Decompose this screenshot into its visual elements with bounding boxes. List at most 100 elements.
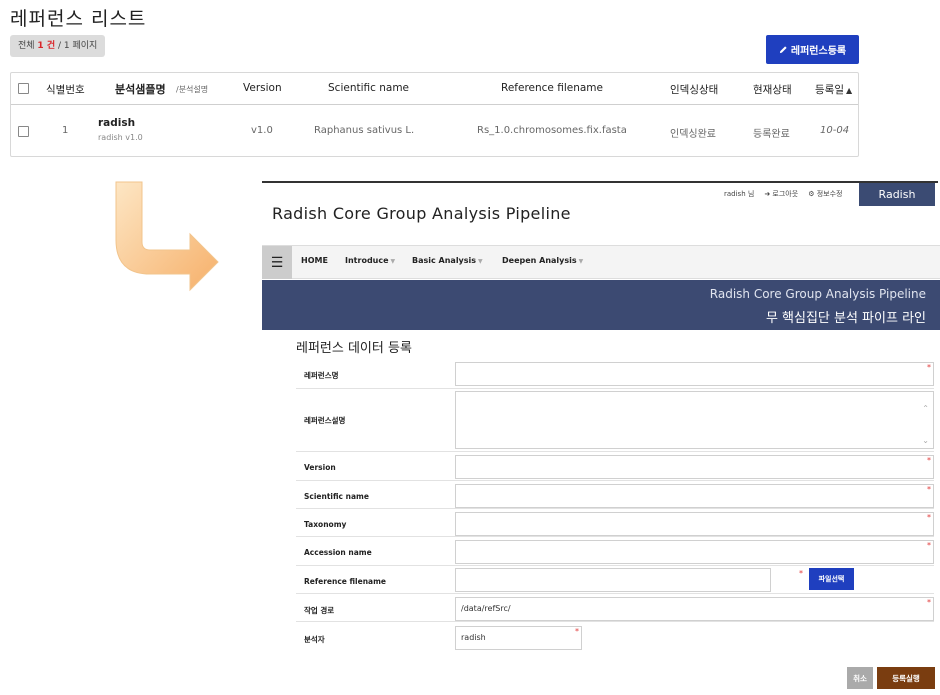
- banner-title-en: Radish Core Group Analysis Pipeline: [709, 287, 926, 301]
- nav-home[interactable]: HOME: [301, 256, 328, 265]
- nav-deepen-label: Deepen Analysis: [502, 256, 577, 265]
- row-id: 1: [62, 125, 69, 136]
- form-title: 레퍼런스 데이터 등록: [296, 341, 412, 356]
- register-reference-button[interactable]: 레퍼런스등록: [766, 35, 859, 64]
- col-status: 현재상태: [753, 84, 792, 96]
- required-marker: *: [927, 541, 931, 550]
- required-marker: *: [927, 456, 931, 465]
- nav-deepen-analysis[interactable]: Deepen Analysis ▼︎: [502, 256, 583, 265]
- field-ref-name: 레퍼런스명 *: [296, 360, 934, 389]
- col-name: 분석샘플명: [115, 83, 166, 96]
- file-select-button[interactable]: 파일선택: [809, 568, 854, 590]
- user-name: radish 님: [724, 190, 755, 198]
- reference-filename-input[interactable]: [455, 568, 771, 592]
- row-index: 인덱싱완료: [670, 129, 716, 140]
- sort-icon: ▲︎: [845, 86, 853, 95]
- row-filename: Rs_1.0.chromosomes.fix.fasta: [477, 125, 627, 136]
- nav-introduce[interactable]: Introduce ▼︎: [345, 256, 395, 265]
- accession-name-input[interactable]: [455, 540, 934, 564]
- hamburger-menu-icon[interactable]: ☰: [262, 246, 292, 279]
- logout-icon: ➜: [764, 190, 771, 198]
- flow-arrow-icon: [115, 181, 219, 292]
- main-navbar: ☰ HOME Introduce ▼︎ Basic Analysis ▼︎ Deep…: [262, 245, 940, 279]
- workpath-input[interactable]: /data/refSrc/: [455, 597, 934, 621]
- page-title: 레퍼런스 리스트: [10, 8, 147, 30]
- required-marker: *: [927, 513, 931, 522]
- utility-links: radish 님 ➜ 로그아웃 ⚙︎ 정보수정: [724, 189, 842, 199]
- field-workpath: 작업 경로 /data/refSrc/ *: [296, 594, 934, 622]
- app-title: Radish Core Group Analysis Pipeline: [272, 204, 571, 223]
- chevron-down-icon: ▼︎: [578, 258, 584, 265]
- logout-link[interactable]: ➜ 로그아웃: [764, 189, 798, 199]
- reference-table: 식별번호 분석샘플명 /분석설명 Version Scientific name…: [10, 72, 859, 157]
- field-ref-desc: 레퍼런스설명 ⌃ ⌄: [296, 389, 934, 452]
- logout-label: 로그아웃: [772, 190, 799, 198]
- required-marker: *: [927, 598, 931, 607]
- pencil-icon: [779, 46, 787, 54]
- top-border: [262, 181, 938, 183]
- required-marker: *: [575, 627, 579, 636]
- table-row[interactable]: 1 radish radish v1.0 v1.0 Raphanus sativ…: [11, 105, 858, 157]
- col-filename: Reference filename: [501, 82, 603, 94]
- required-marker: *: [799, 569, 803, 578]
- required-marker: *: [927, 363, 931, 372]
- radish-tab[interactable]: Radish: [859, 183, 935, 206]
- cancel-button[interactable]: 취소: [847, 667, 873, 689]
- row-checkbox[interactable]: [18, 126, 29, 137]
- field-accession: Accession name *: [296, 537, 934, 566]
- scroll-down-icon[interactable]: ⌄: [922, 430, 929, 452]
- register-reference-label: 레퍼런스등록: [790, 46, 847, 57]
- field-version: Version *: [296, 452, 934, 481]
- field-label: Version: [304, 463, 336, 472]
- nav-basic-label: Basic Analysis: [412, 256, 477, 265]
- nav-basic-analysis[interactable]: Basic Analysis ▼︎: [412, 256, 483, 265]
- count-total: 1 건: [37, 41, 56, 51]
- field-label: 분석자: [304, 635, 325, 644]
- required-marker: *: [927, 485, 931, 494]
- field-label: Scientific name: [304, 492, 369, 501]
- row-version: v1.0: [251, 125, 273, 136]
- field-label: Reference filename: [304, 577, 386, 586]
- chevron-down-icon: ▼︎: [390, 258, 396, 265]
- taxonomy-input[interactable]: [455, 512, 934, 536]
- row-desc: radish v1.0: [98, 133, 143, 142]
- scroll-up-icon[interactable]: ⌃: [922, 398, 929, 420]
- col-name-sub: /분석설명: [176, 85, 209, 94]
- field-label: 레퍼런스설명: [304, 416, 346, 425]
- count-suffix: / 1 페이지: [55, 41, 98, 51]
- ref-name-input[interactable]: [455, 362, 934, 386]
- banner-title-ko: 무 핵심집단 분석 파이프 라인: [765, 311, 926, 326]
- gear-icon: ⚙︎: [808, 190, 815, 198]
- field-taxonomy: Taxonomy *: [296, 509, 934, 537]
- col-date-label: 등록일: [815, 84, 844, 96]
- field-label: Taxonomy: [304, 520, 347, 529]
- row-scientific: Raphanus sativus L.: [314, 125, 415, 136]
- nav-introduce-label: Introduce: [345, 256, 389, 265]
- submit-button[interactable]: 등록실행: [877, 667, 935, 689]
- field-scientific: Scientific name *: [296, 481, 934, 509]
- row-date: 10-04: [820, 125, 850, 136]
- scientific-name-input[interactable]: [455, 484, 934, 508]
- col-date[interactable]: 등록일 ▲︎: [815, 82, 852, 97]
- field-analyst: 분석자 radish *: [296, 622, 934, 655]
- row-status: 등록완료: [753, 129, 790, 140]
- row-name[interactable]: radish: [98, 117, 135, 129]
- app-window: radish 님 ➜ 로그아웃 ⚙︎ 정보수정 Radish Radish Co…: [262, 181, 940, 661]
- chevron-down-icon: ▼︎: [478, 258, 483, 265]
- field-label: Accession name: [304, 548, 372, 557]
- version-input[interactable]: [455, 455, 934, 479]
- profile-link[interactable]: ⚙︎ 정보수정: [808, 189, 842, 199]
- field-label: 레퍼런스명: [304, 371, 339, 380]
- table-header: 식별번호 분석샘플명 /분석설명 Version Scientific name…: [11, 73, 858, 105]
- count-badge: 전체 1 건 / 1 페이지: [10, 35, 106, 57]
- analyst-input[interactable]: radish: [455, 626, 582, 650]
- count-prefix: 전체: [18, 41, 38, 51]
- field-filename: Reference filename * 파일선택: [296, 566, 934, 594]
- hero-banner: Radish Core Group Analysis Pipeline 무 핵심…: [262, 280, 940, 330]
- field-label: 작업 경로: [304, 606, 335, 615]
- col-id: 식별번호: [46, 84, 85, 96]
- col-version: Version: [243, 82, 282, 94]
- col-index: 인덱싱상태: [670, 84, 719, 96]
- ref-desc-textarea[interactable]: ⌃ ⌄: [455, 391, 934, 449]
- select-all-checkbox[interactable]: [18, 83, 29, 94]
